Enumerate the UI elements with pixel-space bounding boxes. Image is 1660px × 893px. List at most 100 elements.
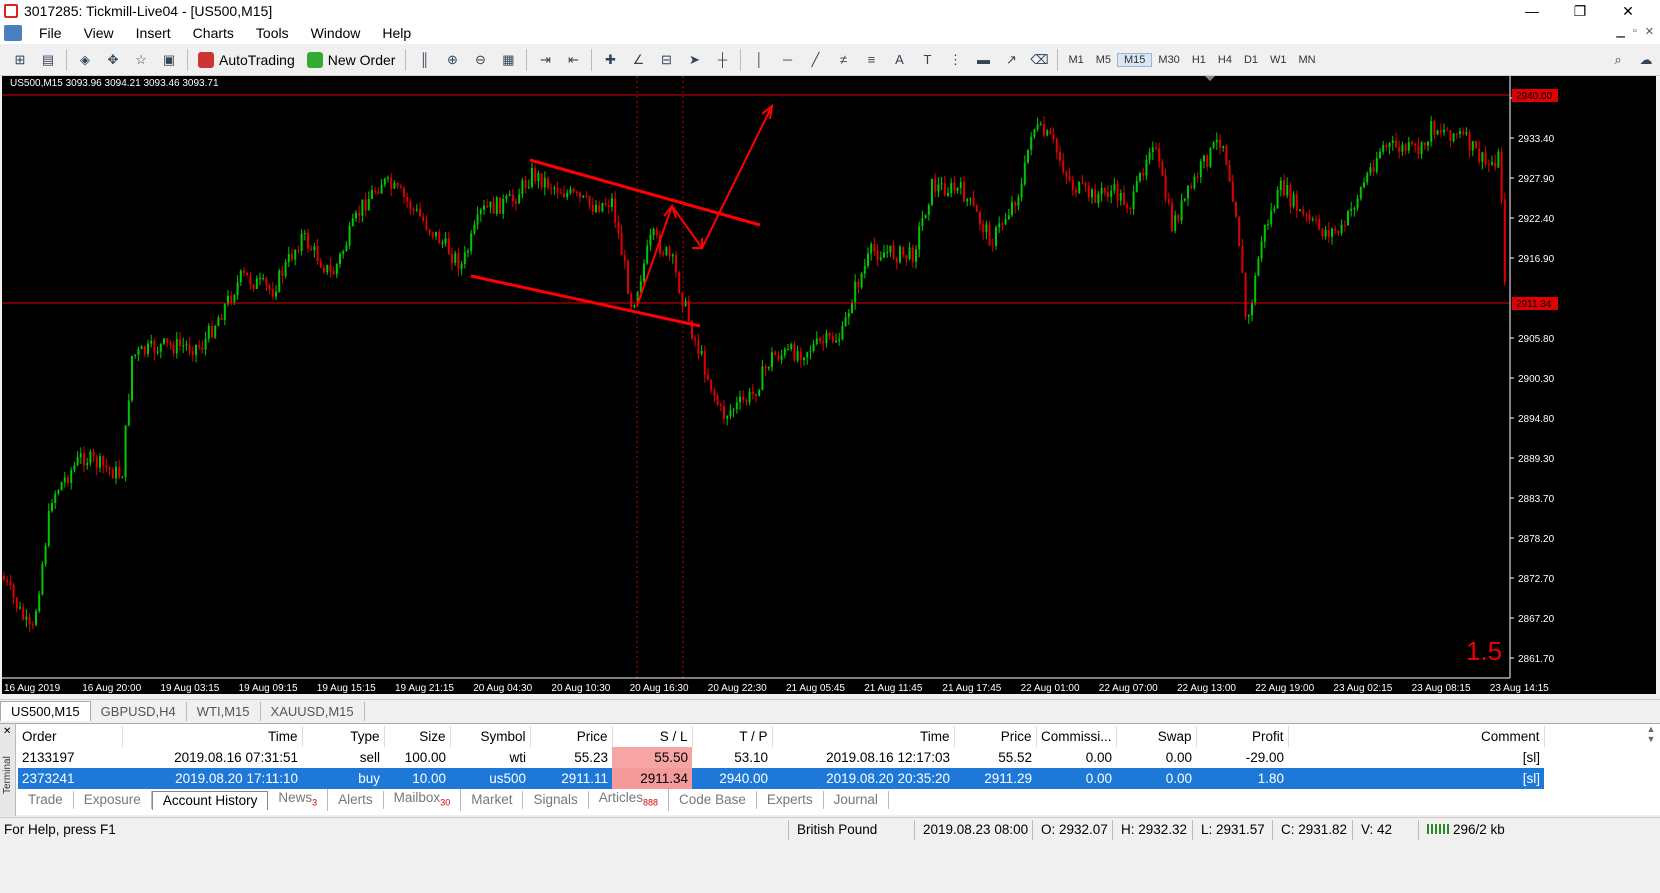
candle-body <box>931 178 933 206</box>
zoom-out-icon[interactable]: ⊖ <box>469 49 491 71</box>
menu-tools[interactable]: Tools <box>245 25 300 41</box>
eraser-icon[interactable]: ⌫ <box>1028 49 1050 71</box>
terminal-tab-market[interactable]: Market <box>461 791 524 809</box>
terminal-tab-experts[interactable]: Experts <box>757 791 824 809</box>
col-price[interactable]: Price <box>530 726 613 747</box>
period-icon[interactable]: ∠ <box>627 49 649 71</box>
table-row[interactable]: 2133197 2019.08.16 07:31:51 sell 100.00 … <box>18 747 1544 768</box>
fibo-retracement-icon[interactable]: ⋮ <box>944 49 966 71</box>
zoom-in-icon[interactable]: ⊕ <box>441 49 463 71</box>
col-commission[interactable]: Commissi... <box>1036 726 1117 747</box>
fibonacci-icon[interactable]: ≡ <box>860 49 882 71</box>
tile-windows-icon[interactable]: ▦ <box>497 49 519 71</box>
col-tp[interactable]: T / P <box>692 726 773 747</box>
chart-shift-marker[interactable] <box>1205 76 1215 81</box>
restore-button[interactable]: ❐ <box>1556 0 1604 22</box>
terminal-tab-trade[interactable]: Trade <box>18 791 74 809</box>
autoscroll-icon[interactable]: ⇥ <box>534 49 556 71</box>
terminal-tab-exposure[interactable]: Exposure <box>74 791 152 809</box>
chart-canvas[interactable]: 2938.902933.402927.902922.402916.902905.… <box>2 76 1656 694</box>
profiles-icon[interactable]: ▤ <box>37 49 59 71</box>
terminal-tab-signals[interactable]: Signals <box>523 791 589 809</box>
close-button[interactable]: ✕ <box>1604 0 1652 22</box>
tf-m15[interactable]: M15 <box>1117 52 1153 67</box>
candle-body <box>1503 199 1506 283</box>
col-type[interactable]: Type <box>302 726 385 747</box>
menu-view[interactable]: View <box>73 25 125 41</box>
candle-body <box>99 456 101 468</box>
navigator-icon[interactable]: ✥ <box>102 49 124 71</box>
terminal-tab-code-base[interactable]: Code Base <box>669 791 757 809</box>
terminal-tab-articles[interactable]: Articles888 <box>589 788 670 812</box>
col-symbol[interactable]: Symbol <box>450 726 531 747</box>
tf-mn[interactable]: MN <box>1293 54 1322 66</box>
chart-tab-xauusd[interactable]: XAUUSD,M15 <box>261 702 365 721</box>
text-icon[interactable]: A <box>888 49 910 71</box>
col-sl[interactable]: S / L <box>612 726 693 747</box>
chart-shift-icon[interactable]: ⇤ <box>562 49 584 71</box>
col-swap[interactable]: Swap <box>1116 726 1197 747</box>
tf-m1[interactable]: M1 <box>1062 54 1089 66</box>
tf-h4[interactable]: H4 <box>1212 54 1238 66</box>
cursor-icon[interactable]: ➤ <box>683 49 705 71</box>
minimize-button[interactable]: — <box>1508 0 1556 22</box>
terminal-tab-alerts[interactable]: Alerts <box>328 791 384 809</box>
candle-body <box>143 346 146 354</box>
tf-d1[interactable]: D1 <box>1238 54 1264 66</box>
terminal-icon[interactable]: ▣ <box>158 49 180 71</box>
col-close-time[interactable]: Time <box>772 726 955 747</box>
col-comment[interactable]: Comment <box>1288 726 1545 747</box>
new-chart-icon[interactable]: ⊞ <box>9 49 31 71</box>
col-order[interactable]: Order <box>18 726 123 747</box>
crosshair-icon[interactable]: ┼ <box>711 49 733 71</box>
data-window-icon[interactable]: ☆ <box>130 49 152 71</box>
col-close-price[interactable]: Price <box>954 726 1037 747</box>
chat-icon[interactable]: ☁ <box>1635 49 1657 71</box>
terminal-tab-journal[interactable]: Journal <box>824 791 889 809</box>
menu-help[interactable]: Help <box>371 25 422 41</box>
col-time[interactable]: Time <box>122 726 303 747</box>
autotrading-button[interactable]: AutoTrading <box>192 51 301 68</box>
lower-trendline[interactable] <box>470 274 701 328</box>
mdi-restore-icon[interactable]: ▫ <box>1633 25 1637 38</box>
col-size[interactable]: Size <box>384 726 451 747</box>
chart-tab-wti[interactable]: WTI,M15 <box>187 702 261 721</box>
menu-charts[interactable]: Charts <box>182 25 245 41</box>
tf-m30[interactable]: M30 <box>1152 54 1185 66</box>
text-label-icon[interactable]: T <box>916 49 938 71</box>
tf-m5[interactable]: M5 <box>1090 54 1117 66</box>
terminal-tab-mailbox[interactable]: Mailbox30 <box>384 788 462 812</box>
col-profit[interactable]: Profit <box>1196 726 1289 747</box>
menu-file[interactable]: File <box>28 25 73 41</box>
templates-icon[interactable]: ⊟ <box>655 49 677 71</box>
rectangle-icon[interactable]: ▬ <box>972 49 994 71</box>
tf-w1[interactable]: W1 <box>1264 54 1293 66</box>
menu-window[interactable]: Window <box>300 25 372 41</box>
horizontal-line-icon[interactable]: ─ <box>776 49 798 71</box>
market-watch-icon[interactable]: ◈ <box>74 49 96 71</box>
terminal-tab-news[interactable]: News3 <box>268 788 329 812</box>
indicators-icon[interactable]: ✚ <box>599 49 621 71</box>
candle-body <box>25 616 28 620</box>
search-icon[interactable]: ⌕ <box>1607 49 1629 71</box>
cell-tp: 53.10 <box>734 750 768 765</box>
table-scrollbar[interactable]: ▲ ▼ <box>1644 724 1658 784</box>
bar-chart-icon[interactable]: ║ <box>413 49 435 71</box>
trendline-icon[interactable]: ╱ <box>804 49 826 71</box>
menu-insert[interactable]: Insert <box>125 25 182 41</box>
candle-body <box>399 186 402 189</box>
connection-status[interactable]: 296/2 kb <box>1418 819 1513 840</box>
chart-tab-us500[interactable]: US500,M15 <box>0 701 91 721</box>
chart-tab-gbpusd[interactable]: GBPUSD,H4 <box>91 702 187 721</box>
mdi-close-icon[interactable]: ✕ <box>1645 25 1654 38</box>
terminal-close-icon[interactable]: ✕ <box>3 726 11 737</box>
new-order-button[interactable]: New Order <box>301 51 402 68</box>
channel-icon[interactable]: ≠ <box>832 49 854 71</box>
terminal-tab-account-history[interactable]: Account History <box>151 790 269 810</box>
mdi-minimize-icon[interactable]: ▁ <box>1616 25 1624 38</box>
price-chart[interactable]: 2938.902933.402927.902922.402916.902905.… <box>2 76 1656 694</box>
vertical-line-icon[interactable]: │ <box>748 49 770 71</box>
tf-h1[interactable]: H1 <box>1186 54 1212 66</box>
table-row-selected[interactable]: 2373241 2019.08.20 17:11:10 buy 10.00 us… <box>18 768 1544 789</box>
arrows-icon[interactable]: ↗ <box>1000 49 1022 71</box>
